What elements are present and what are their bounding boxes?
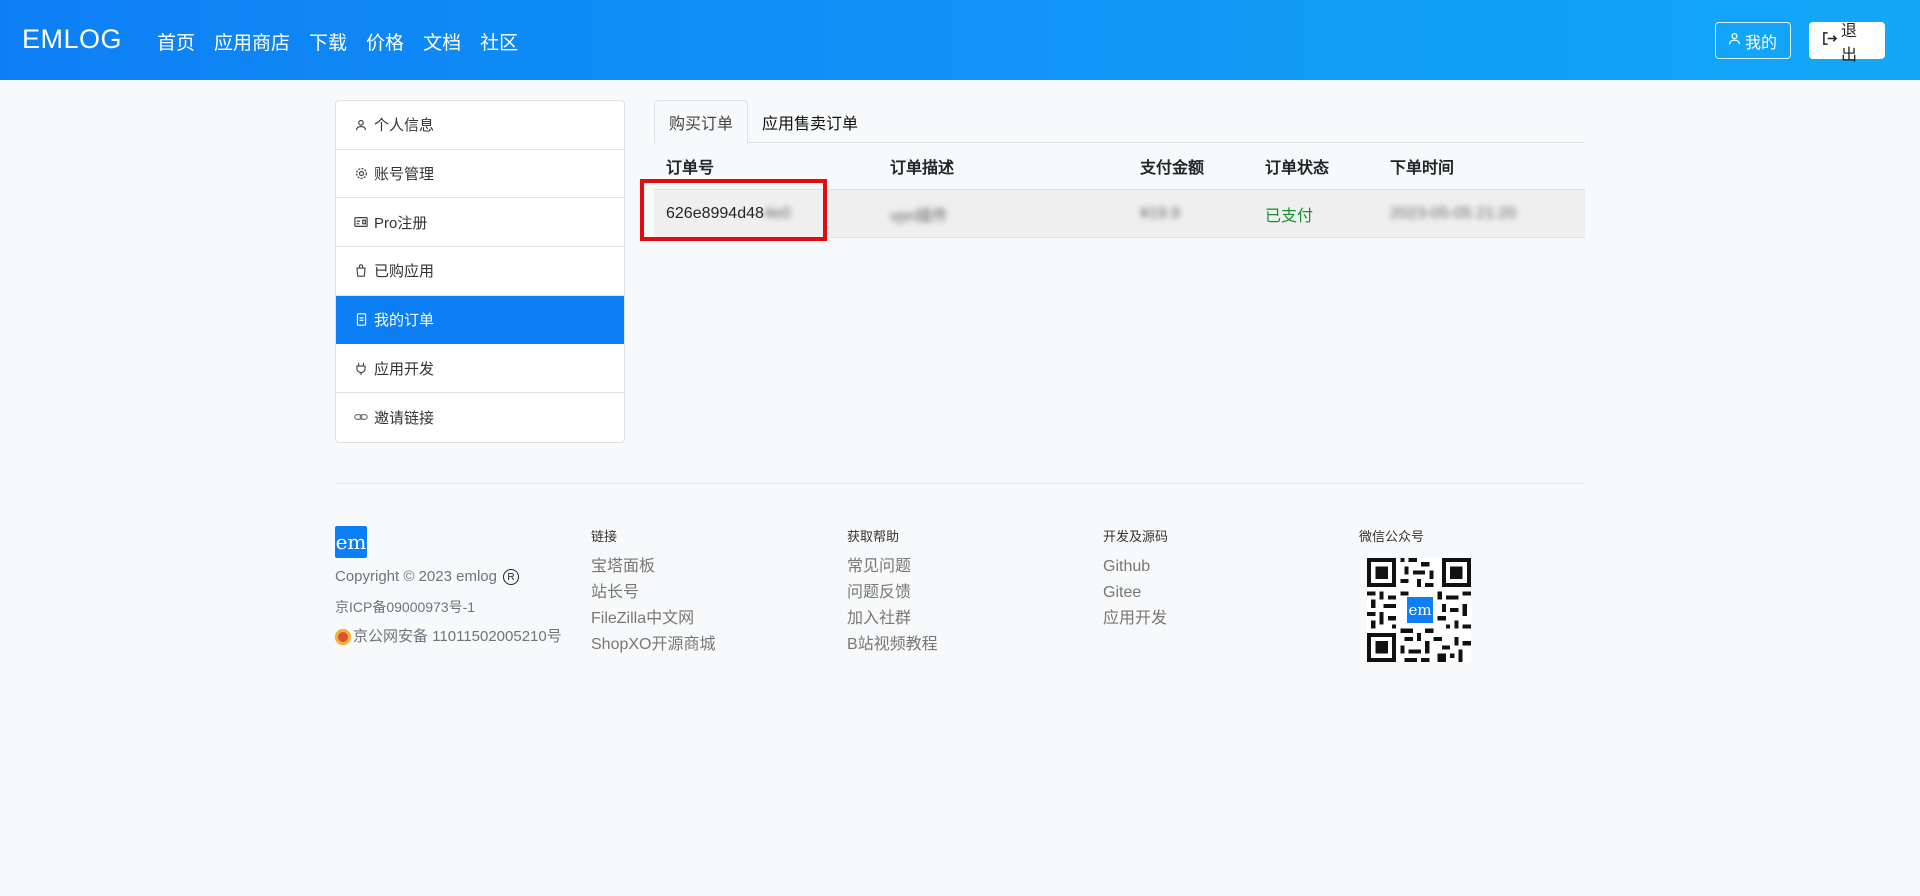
footer-col-help: 获取帮助 常见问题 问题反馈 加入社群 B站视频教程 — [847, 526, 938, 658]
footer-divider — [335, 483, 1585, 484]
gear-icon — [354, 167, 368, 181]
sidebar-item-label: 已购应用 — [374, 263, 435, 281]
tab-sales-orders[interactable]: 应用售卖订单 — [748, 100, 872, 143]
user-sidebar: 个人信息 账号管理 Pro注册 已购应用 我的订单 应用开发 邀请链接 — [335, 100, 625, 443]
footer-col-links: 链接 宝塔面板 站长号 FileZilla中文网 ShopXO开源商城 — [591, 526, 716, 658]
sidebar-item-label: Pro注册 — [374, 214, 428, 232]
footer-link-feedback[interactable]: 问题反馈 — [847, 580, 938, 606]
footer-link-faq[interactable]: 常见问题 — [847, 554, 938, 580]
header-description: 订单描述 — [890, 160, 955, 177]
footer-link-appdev[interactable]: 应用开发 — [1103, 606, 1168, 632]
my-account-label: 我的 — [1745, 34, 1778, 52]
sidebar-item-label: 个人信息 — [374, 117, 435, 135]
order-number-highlight-box — [640, 179, 827, 241]
logout-button[interactable]: 退出 — [1809, 22, 1885, 64]
sidebar-item-invite[interactable]: 邀请链接 — [336, 393, 624, 442]
registered-mark-icon: R — [502, 569, 519, 586]
footer-col-title: 获取帮助 — [847, 529, 900, 544]
link-icon — [354, 410, 368, 424]
sidebar-item-label: 账号管理 — [374, 166, 435, 184]
order-status: 已支付 — [1265, 207, 1314, 225]
police-badge-icon — [335, 629, 351, 646]
main-nav: 首页 应用商店 下载 价格 文档 社区 — [157, 28, 518, 55]
police-record-label: 京公网安备 11011502005210号 — [353, 628, 562, 645]
brand-logo[interactable]: EMLOG — [22, 24, 122, 55]
sidebar-item-purchased[interactable]: 已购应用 — [336, 247, 624, 296]
card-icon — [354, 215, 368, 229]
header-status: 订单状态 — [1265, 160, 1330, 177]
sidebar-item-profile[interactable]: 个人信息 — [336, 101, 624, 150]
footer-link-zzh[interactable]: 站长号 — [591, 580, 716, 606]
header-time: 下单时间 — [1390, 160, 1455, 177]
top-navbar: EMLOG 首页 应用商店 下载 价格 文档 社区 我的 退出 — [0, 0, 1920, 80]
footer-link-filezilla[interactable]: FileZilla中文网 — [591, 606, 716, 632]
sidebar-item-label: 我的订单 — [374, 312, 435, 330]
footer-link-community[interactable]: 加入社群 — [847, 606, 938, 632]
header-amount: 支付金额 — [1140, 160, 1205, 177]
footer-link-shopxo[interactable]: ShopXO开源商城 — [591, 632, 716, 658]
order-time: 2023-05-05 21:20 — [1390, 204, 1517, 222]
receipt-icon — [354, 313, 368, 327]
copyright-label: Copyright © 2023 emlog — [335, 568, 497, 585]
footer-col-dev: 开发及源码 Github Gitee 应用开发 — [1103, 526, 1168, 632]
qr-logo: em — [1407, 597, 1433, 623]
nav-docs[interactable]: 文档 — [423, 28, 461, 55]
sidebar-item-label: 应用开发 — [374, 360, 435, 378]
nav-pricing[interactable]: 价格 — [366, 28, 404, 55]
footer-logo[interactable]: em — [335, 526, 367, 558]
sidebar-item-pro[interactable]: Pro注册 — [336, 198, 624, 248]
footer-col-title: 微信公众号 — [1359, 529, 1425, 544]
bag-icon — [354, 264, 368, 278]
my-account-button[interactable]: 我的 — [1715, 22, 1791, 59]
sidebar-item-dev[interactable]: 应用开发 — [336, 344, 624, 394]
footer-link-bilibili[interactable]: B站视频教程 — [847, 632, 938, 658]
plug-icon — [354, 361, 368, 375]
police-record[interactable]: 京公网安备 11011502005210号 — [335, 625, 562, 646]
tab-purchase-orders[interactable]: 购买订单 — [654, 100, 749, 144]
footer-link-gitee[interactable]: Gitee — [1103, 580, 1168, 606]
user-icon — [1728, 32, 1741, 50]
footer-link-bt[interactable]: 宝塔面板 — [591, 554, 716, 580]
order-tabs: 购买订单 应用售卖订单 — [654, 100, 1585, 144]
footer-col-title: 链接 — [591, 529, 618, 544]
nav-home[interactable]: 首页 — [157, 28, 195, 55]
nav-download[interactable]: 下载 — [309, 28, 347, 55]
order-description: vpn插件 — [890, 207, 948, 225]
footer-link-github[interactable]: Github — [1103, 554, 1168, 580]
logout-label: 退出 — [1841, 22, 1858, 64]
user-icon — [354, 118, 368, 132]
logout-icon — [1822, 31, 1838, 51]
copyright-text: Copyright © 2023 emlog R — [335, 568, 519, 586]
nav-community[interactable]: 社区 — [480, 28, 518, 55]
order-amount: ¥19.9 — [1140, 204, 1181, 222]
icp-link[interactable]: 京ICP备09000973号-1 — [335, 597, 475, 617]
sidebar-item-orders[interactable]: 我的订单 — [336, 295, 624, 345]
sidebar-item-label: 邀请链接 — [374, 409, 435, 427]
footer-col-wechat: 微信公众号 — [1359, 526, 1424, 554]
sidebar-item-account[interactable]: 账号管理 — [336, 150, 624, 199]
nav-app-store[interactable]: 应用商店 — [214, 28, 290, 55]
footer-col-title: 开发及源码 — [1103, 529, 1169, 544]
